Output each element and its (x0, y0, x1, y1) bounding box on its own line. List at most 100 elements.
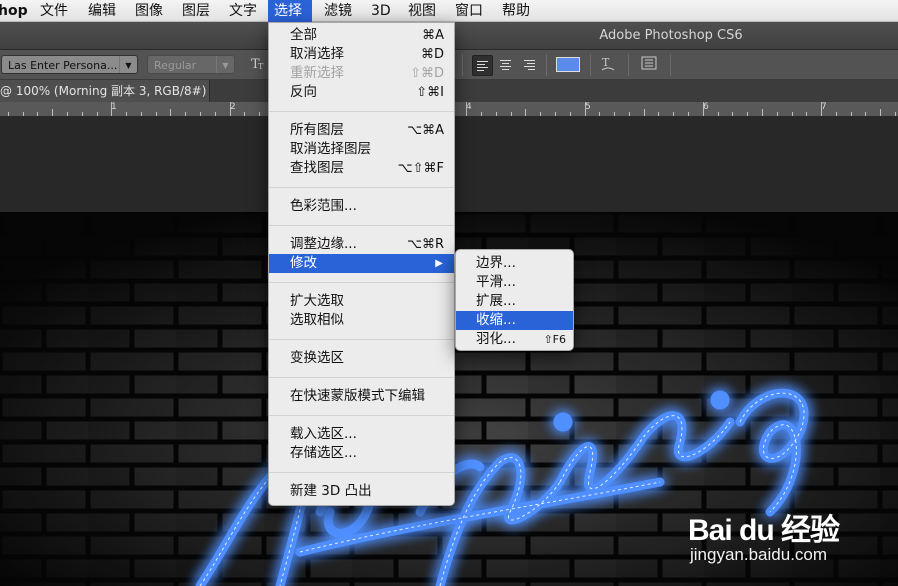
ruler-tick (688, 112, 689, 116)
ruler-tick (614, 112, 615, 116)
menu-item-label: 选取相似 (290, 312, 344, 328)
ruler-tick (806, 112, 807, 116)
ruler-tick (525, 109, 526, 116)
ruler-tick (792, 112, 793, 116)
warp-text-icon[interactable]: T (600, 55, 616, 75)
watermark-url: jingyan.baidu.com (690, 545, 828, 564)
shortcut: ⇧⌘I (416, 85, 444, 100)
menu-image[interactable]: 图像 (129, 0, 169, 22)
menu-select[interactable]: 选择 (268, 0, 312, 22)
ruler-tick (555, 112, 556, 116)
menu-type[interactable]: 文字 (223, 0, 263, 22)
menu-item-save-selection[interactable]: 存储选区... (269, 444, 454, 463)
menu-item-refine-edge[interactable]: 调整边缘... ⌥⌘R (269, 235, 454, 254)
document-tab[interactable]: @ 100% (Morning 副本 3, RGB/8#) * (0, 80, 210, 102)
menu-separator (269, 415, 454, 416)
menu-separator (269, 225, 454, 226)
ruler-tick (230, 102, 231, 116)
menu-item-smooth[interactable]: 平滑... (456, 273, 573, 292)
menu-edit[interactable]: 编辑 (82, 0, 122, 22)
character-panel-icon[interactable] (640, 55, 658, 75)
divider (628, 54, 629, 76)
menu-item-new-3d-extrusion[interactable]: 新建 3D 凸出 (269, 482, 454, 501)
align-center-button[interactable] (496, 55, 517, 76)
baidu-jingyan-watermark: Bai du 经验 jingyan.baidu.com (688, 505, 888, 575)
ruler-tick (244, 112, 245, 116)
menu-view[interactable]: 视图 (402, 0, 442, 22)
ruler-tick (215, 112, 216, 116)
menu-item-label: 所有图层 (290, 122, 344, 138)
menu-3d[interactable]: 3D (365, 0, 397, 22)
menu-item-expand[interactable]: 扩展... (456, 292, 573, 311)
chevron-down-icon: ▼ (119, 56, 137, 73)
menu-item-label: 全部 (290, 27, 317, 43)
ruler-tick (880, 109, 881, 116)
font-style-value: Regular (154, 59, 197, 72)
menu-separator (269, 187, 454, 188)
menu-item-transform-selection[interactable]: 变换选区 (269, 349, 454, 368)
menu-item-contract[interactable]: 收缩... (456, 311, 573, 330)
ruler-tick (629, 112, 630, 116)
ruler-tick (97, 112, 98, 116)
menu-item-select-all[interactable]: 全部 ⌘A (269, 26, 454, 45)
menu-item-inverse[interactable]: 反向 ⇧⌘I (269, 83, 454, 102)
menu-file[interactable]: 文件 (34, 0, 74, 22)
text-color-swatch[interactable] (556, 57, 580, 72)
menu-item-label: 存储选区... (290, 445, 357, 461)
menu-item-reselect: 重新选择 ⇧⌘D (269, 64, 454, 83)
menu-help[interactable]: 帮助 (496, 0, 536, 22)
menu-item-find-layers[interactable]: 查找图层 ⌥⇧⌘F (269, 159, 454, 178)
shortcut: ⌥⌘A (407, 123, 444, 138)
menu-item-label: 取消选择图层 (290, 141, 371, 157)
menu-item-deselect[interactable]: 取消选择 ⌘D (269, 45, 454, 64)
font-size-icon[interactable]: TT (248, 55, 268, 75)
menu-item-deselect-layers[interactable]: 取消选择图层 (269, 140, 454, 159)
svg-text:T: T (258, 62, 264, 71)
menu-item-similar[interactable]: 选取相似 (269, 311, 454, 330)
menu-item-all-layers[interactable]: 所有图层 ⌥⌘A (269, 121, 454, 140)
font-family-dropdown[interactable]: Las Enter Persona... ▼ (1, 55, 138, 74)
ruler-tick (23, 112, 24, 116)
divider (462, 54, 463, 76)
ruler-tick (111, 102, 112, 116)
ruler-tick (599, 112, 600, 116)
ruler-tick (895, 112, 896, 116)
ruler-tick (156, 112, 157, 116)
menu-item-modify[interactable]: 修改 ▶ (269, 254, 454, 273)
ruler-tick (37, 112, 38, 116)
modify-submenu: 边界... 平滑... 扩展... 收缩... 羽化... ⇧F6 (455, 249, 574, 351)
menu-app-photoshop[interactable]: hop (0, 0, 34, 22)
font-style-dropdown[interactable]: Regular ▼ (147, 55, 235, 74)
menu-item-color-range[interactable]: 色彩范围... (269, 197, 454, 216)
menu-item-label: 取消选择 (290, 46, 344, 62)
menu-layer[interactable]: 图层 (176, 0, 216, 22)
ruler-tick (67, 112, 68, 116)
shortcut: ⌥⌘R (406, 237, 444, 252)
menu-item-feather[interactable]: 羽化... ⇧F6 (456, 330, 573, 349)
ruler-tick (540, 112, 541, 116)
ruler-tick (496, 112, 497, 116)
svg-text:T: T (602, 56, 610, 69)
ruler-tick (511, 112, 512, 116)
menu-item-label: 扩大选取 (290, 293, 344, 309)
divider (670, 54, 671, 76)
menu-item-label: 新建 3D 凸出 (290, 483, 372, 499)
ruler-tick (585, 102, 586, 116)
align-left-button[interactable] (472, 55, 493, 76)
ruler-tick (466, 102, 467, 116)
align-right-button[interactable] (520, 55, 541, 76)
ruler-tick (747, 112, 748, 116)
menu-item-load-selection[interactable]: 载入选区... (269, 425, 454, 444)
menu-bar: hop 文件 编辑 图像 图层 文字 选择 滤镜 3D 视图 窗口 帮助 (0, 0, 898, 22)
menu-item-grow[interactable]: 扩大选取 (269, 292, 454, 311)
menu-item-border[interactable]: 边界... (456, 254, 573, 273)
menu-window[interactable]: 窗口 (449, 0, 489, 22)
menu-item-label: 在快速蒙版模式下编辑 (290, 388, 425, 404)
shortcut: ⇧F6 (543, 333, 566, 346)
ruler-tick (732, 112, 733, 116)
menu-filter[interactable]: 滤镜 (318, 0, 358, 22)
menu-item-quick-mask[interactable]: 在快速蒙版模式下编辑 (269, 387, 454, 406)
divider (546, 54, 547, 76)
ruler-tick (141, 112, 142, 116)
menu-separator (269, 377, 454, 378)
